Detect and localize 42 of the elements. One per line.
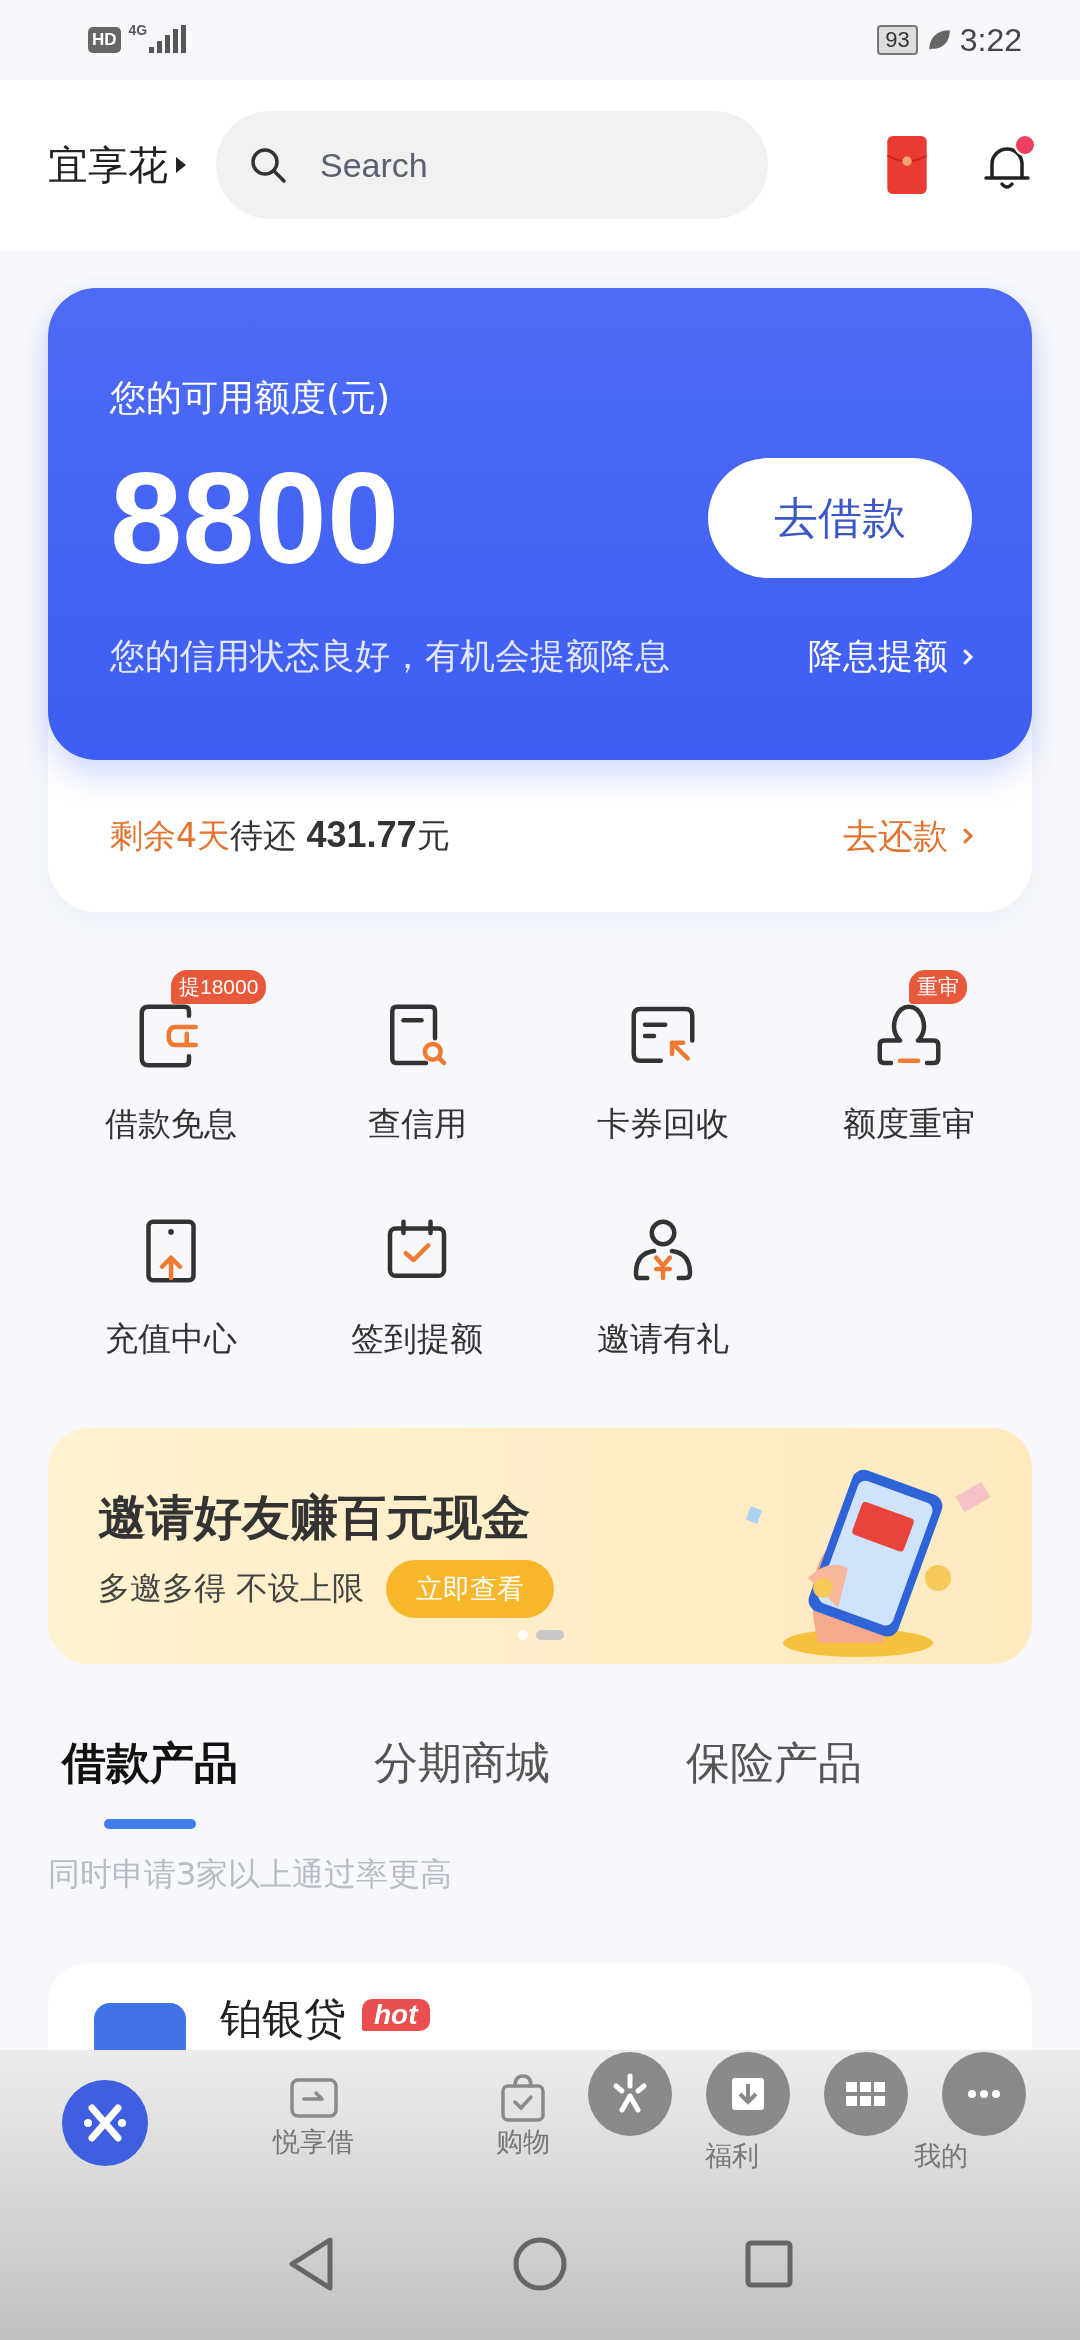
service-item[interactable]: 卡券回收 <box>540 968 786 1147</box>
raise-limit-link[interactable]: 降息提额 <box>808 633 974 680</box>
credit-amount: 8800 <box>110 453 400 583</box>
service-item[interactable]: 邀请有礼 <box>540 1183 786 1362</box>
hot-tag: hot <box>362 1999 430 2031</box>
tab[interactable]: 分期商城 <box>374 1734 550 1829</box>
network-label: 4G <box>128 22 148 38</box>
recents-icon[interactable] <box>744 2239 794 2289</box>
service-item[interactable]: 重审 额度重审 <box>786 968 1032 1147</box>
product-logo-icon <box>94 2003 186 2052</box>
more-icon <box>966 2088 1002 2100</box>
back-icon[interactable] <box>286 2236 336 2292</box>
banner-subtitle: 多邀多得 不设上限 <box>98 1568 365 1609</box>
home-icon[interactable] <box>512 2236 568 2292</box>
signal-icon <box>147 25 188 55</box>
tab[interactable]: 借款产品 <box>62 1734 238 1829</box>
clock-time: 3:22 <box>959 21 1022 59</box>
promo-tag: 重审 <box>909 970 967 1004</box>
repayment-text: 剩余4天待还 431.77元 <box>110 813 450 857</box>
nav-item[interactable] <box>61 2080 148 2166</box>
credit-label: 您的可用额度(元) <box>110 376 391 420</box>
product-card[interactable]: 铂银贷 hot <box>48 1963 1032 2052</box>
service-item[interactable]: 查信用 <box>294 968 540 1147</box>
credit-message: 您的信用状态良好，有机会提额降息 <box>110 635 670 678</box>
caret-icon[interactable] <box>174 155 188 175</box>
banner-title: 邀请好友赚百元现金 <box>98 1488 531 1547</box>
chevron-icon <box>962 826 974 846</box>
search-field[interactable]: Search <box>216 111 768 219</box>
service-item[interactable]: 提18000 借款免息 <box>48 968 294 1147</box>
product-name: 铂银贷 <box>220 1993 346 2045</box>
home-logo-icon <box>61 2080 148 2166</box>
tab[interactable]: 保险产品 <box>686 1734 862 1829</box>
battery-level: 93 <box>877 25 918 55</box>
app-title[interactable]: 宜享花 <box>48 137 168 193</box>
hint-text: 同时申请3家以上通过率更高 <box>48 1854 454 1895</box>
promo-tag: 提18000 <box>171 970 267 1004</box>
borrow-button[interactable]: 去借款 <box>708 458 972 578</box>
search-icon <box>248 145 288 185</box>
service-item[interactable]: 充值中心 <box>48 1183 294 1362</box>
envelope-icon[interactable] <box>886 135 928 195</box>
hd-indicator: HD <box>88 27 121 53</box>
service-item[interactable]: 签到提额 <box>294 1183 540 1362</box>
